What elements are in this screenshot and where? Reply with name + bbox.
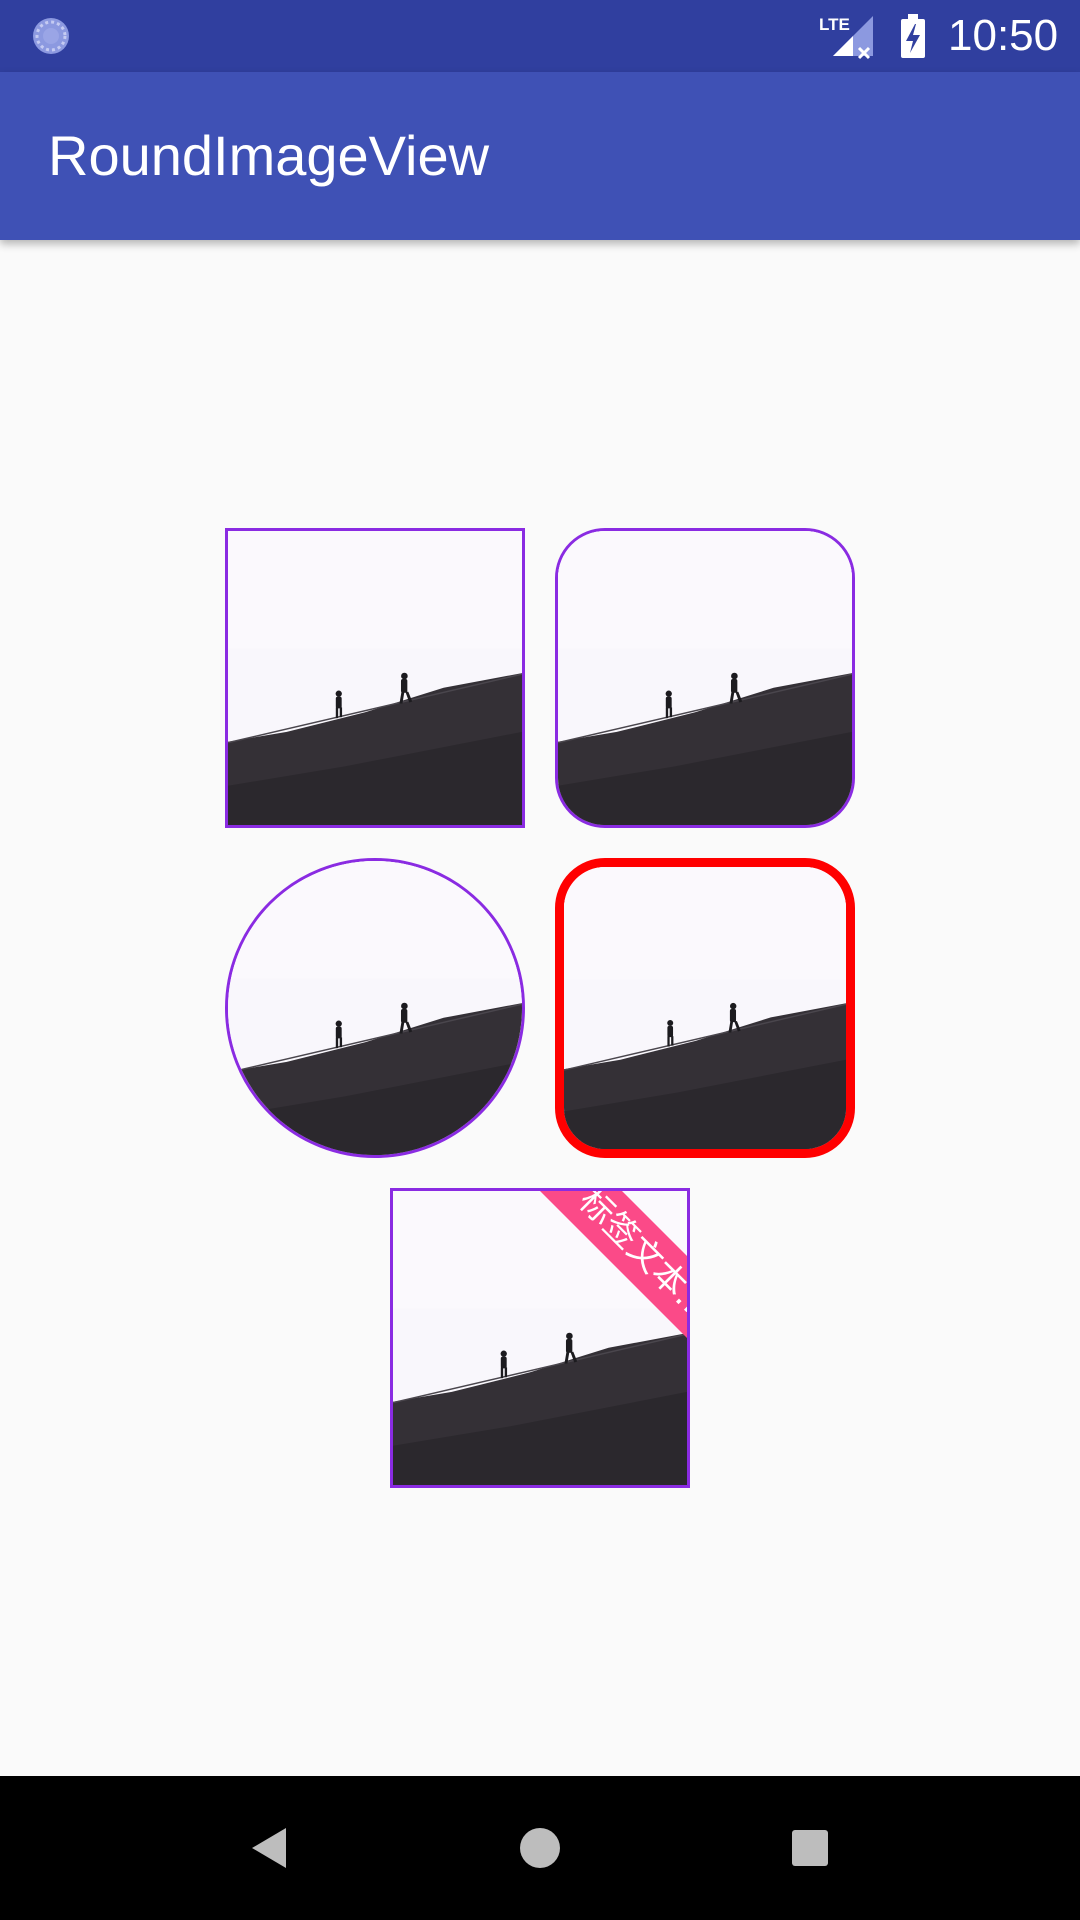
status-clock: 10:50 [948,11,1059,60]
image-view-labeled: 标签文本… [390,1188,690,1488]
image-view-square [225,528,525,828]
photo-image [228,861,522,1155]
status-bar: LTE 10:50 [0,0,1080,72]
recents-button[interactable] [768,1806,852,1890]
app-title: RoundImageView [48,124,490,187]
back-button[interactable] [228,1806,312,1890]
app-bar: RoundImageView [0,72,1080,240]
battery-charging-icon [901,14,925,58]
svg-text:LTE: LTE [819,15,850,34]
home-circle-icon [520,1828,560,1868]
lte-signal-icon: LTE [819,15,873,60]
image-view-red-border [555,858,855,1158]
home-button[interactable] [498,1806,582,1890]
photo-image [228,531,522,825]
photo-image [564,867,846,1149]
sync-icon [33,18,69,54]
image-view-circle [225,858,525,1158]
photo-image [558,531,852,825]
image-view-rounded [555,528,855,828]
navigation-bar [0,1776,1080,1920]
recents-square-icon [792,1830,828,1866]
back-triangle-icon [252,1828,286,1868]
